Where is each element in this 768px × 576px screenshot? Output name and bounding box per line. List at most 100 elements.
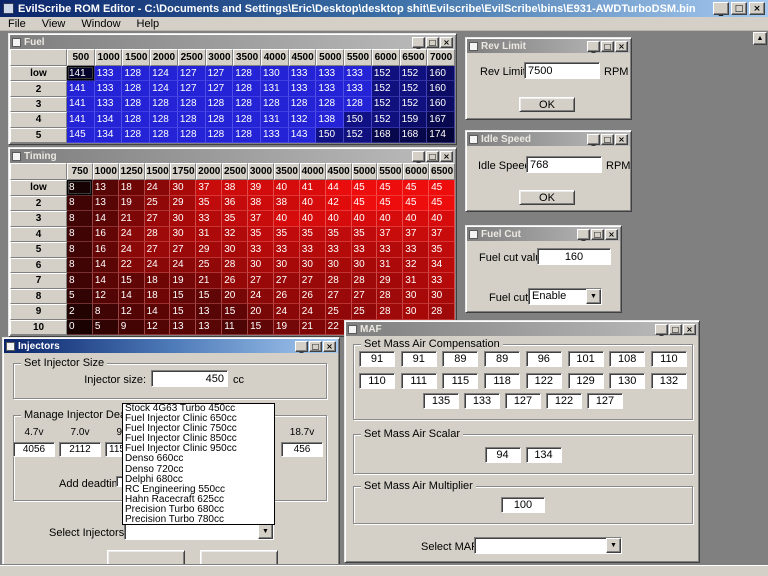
timing-cell[interactable]: 24 xyxy=(119,242,145,258)
timing-cell[interactable]: 40 xyxy=(429,211,455,227)
timing-cell[interactable]: 45 xyxy=(429,196,455,212)
minimize-icon[interactable]: _ xyxy=(295,341,308,352)
timing-cell[interactable]: 8 xyxy=(67,242,93,258)
menu-view[interactable]: View xyxy=(34,18,74,30)
timing-cell[interactable]: 14 xyxy=(93,211,119,227)
minimize-icon[interactable]: _ xyxy=(587,134,600,145)
timing-cell[interactable]: 21 xyxy=(300,320,326,336)
fuel-cell[interactable]: 160 xyxy=(427,97,455,112)
maf-value-field[interactable]: 132 xyxy=(651,373,687,389)
close-icon[interactable]: × xyxy=(683,324,696,335)
maf-value-field[interactable]: 108 xyxy=(609,351,645,367)
timing-cell[interactable]: 27 xyxy=(145,242,171,258)
close-icon[interactable]: × xyxy=(323,341,336,352)
timing-cell[interactable]: 22 xyxy=(119,258,145,274)
timing-cell[interactable]: 24 xyxy=(145,258,171,274)
fuel-cell[interactable]: 134 xyxy=(95,128,123,143)
timing-cell[interactable]: 28 xyxy=(145,227,171,243)
timing-cell[interactable]: 40 xyxy=(326,211,352,227)
timing-cell[interactable]: 25 xyxy=(352,304,378,320)
timing-cell[interactable]: 40 xyxy=(274,211,300,227)
fuel-cell[interactable]: 168 xyxy=(400,128,428,143)
fuel-cut-mode-select[interactable]: Enable ▼ xyxy=(528,288,602,305)
timing-cell[interactable]: 38 xyxy=(248,196,274,212)
timing-cell[interactable]: 30 xyxy=(352,258,378,274)
timing-cell[interactable]: 40 xyxy=(352,211,378,227)
fuel-cell[interactable]: 128 xyxy=(206,112,234,127)
timing-cell[interactable]: 30 xyxy=(274,258,300,274)
maximize-icon[interactable]: □ xyxy=(591,229,604,240)
maf-titlebar[interactable]: MAF _□× xyxy=(346,322,698,336)
timing-cell[interactable]: 27 xyxy=(326,289,352,305)
timing-cell[interactable]: 15 xyxy=(170,304,196,320)
fuel-cell[interactable]: 128 xyxy=(233,97,261,112)
timing-cell[interactable]: 14 xyxy=(93,273,119,289)
timing-cell[interactable]: 30 xyxy=(403,289,429,305)
maximize-icon[interactable]: □ xyxy=(426,151,439,162)
fuel-cell[interactable]: 127 xyxy=(178,66,206,81)
fuel-cell[interactable]: 168 xyxy=(372,128,400,143)
maximize-icon[interactable]: □ xyxy=(426,37,439,48)
fuel-cell[interactable]: 127 xyxy=(178,81,206,96)
menu-help[interactable]: Help xyxy=(129,18,168,30)
timing-cell[interactable]: 45 xyxy=(352,180,378,196)
fuel-cell[interactable]: 124 xyxy=(150,81,178,96)
timing-cell[interactable]: 31 xyxy=(403,273,429,289)
menu-file[interactable]: File xyxy=(0,18,34,30)
maf-multiplier-field[interactable]: 100 xyxy=(501,497,545,513)
idle-speed-titlebar[interactable]: Idle Speed _□× xyxy=(467,132,630,146)
rev-limit-titlebar[interactable]: Rev Limit _□× xyxy=(467,39,630,53)
maf-value-field[interactable]: 135 xyxy=(423,393,459,409)
timing-cell[interactable]: 35 xyxy=(300,227,326,243)
fuel-cell[interactable]: 128 xyxy=(150,97,178,112)
fuel-cell[interactable]: 128 xyxy=(178,112,206,127)
maf-value-field[interactable]: 96 xyxy=(526,351,562,367)
timing-cell[interactable]: 32 xyxy=(403,258,429,274)
timing-cell[interactable]: 16 xyxy=(93,242,119,258)
timing-cell[interactable]: 38 xyxy=(274,196,300,212)
maf-value-field[interactable]: 91 xyxy=(401,351,437,367)
timing-cell[interactable]: 35 xyxy=(248,227,274,243)
timing-cell[interactable]: 30 xyxy=(326,258,352,274)
fuel-cell[interactable]: 141 xyxy=(67,112,95,127)
timing-cell[interactable]: 34 xyxy=(429,258,455,274)
timing-titlebar[interactable]: Timing _□× xyxy=(10,149,455,163)
main-titlebar[interactable]: EvilScribe ROM Editor - C:\Documents and… xyxy=(0,0,768,17)
maf-value-field[interactable]: 115 xyxy=(442,373,478,389)
timing-cell[interactable]: 28 xyxy=(377,289,403,305)
timing-cell[interactable]: 30 xyxy=(300,258,326,274)
fuel-cut-titlebar[interactable]: Fuel Cut _□× xyxy=(467,227,620,241)
fuel-cell[interactable]: 127 xyxy=(206,66,234,81)
rev-limit-input[interactable]: 7500 xyxy=(524,62,600,79)
fuel-cell[interactable]: 133 xyxy=(289,66,317,81)
timing-cell[interactable]: 45 xyxy=(403,180,429,196)
fuel-cell[interactable]: 141 xyxy=(67,81,95,96)
timing-cell[interactable]: 33 xyxy=(326,242,352,258)
timing-cell[interactable]: 30 xyxy=(170,227,196,243)
fuel-cell[interactable]: 152 xyxy=(400,66,428,81)
maf-value-field[interactable]: 134 xyxy=(526,447,562,463)
fuel-cell[interactable]: 128 xyxy=(150,112,178,127)
fuel-cell[interactable]: 128 xyxy=(233,66,261,81)
timing-cell[interactable]: 35 xyxy=(196,196,222,212)
maximize-icon[interactable]: □ xyxy=(601,134,614,145)
timing-cell[interactable]: 27 xyxy=(170,242,196,258)
fuel-cell[interactable]: 128 xyxy=(206,97,234,112)
timing-cell[interactable]: 13 xyxy=(196,320,222,336)
timing-cell[interactable]: 32 xyxy=(222,227,248,243)
fuel-cell[interactable]: 150 xyxy=(344,112,372,127)
timing-cell[interactable]: 8 xyxy=(67,180,93,196)
timing-cell[interactable]: 40 xyxy=(377,211,403,227)
scroll-up-button[interactable]: ▲ xyxy=(753,32,767,45)
close-icon[interactable]: × xyxy=(615,134,628,145)
chevron-down-icon[interactable]: ▼ xyxy=(258,524,273,539)
timing-cell[interactable]: 27 xyxy=(145,211,171,227)
timing-cell[interactable]: 26 xyxy=(222,273,248,289)
timing-cell[interactable]: 16 xyxy=(93,227,119,243)
fuel-cell[interactable]: 128 xyxy=(233,128,261,143)
timing-cell[interactable]: 18 xyxy=(145,289,171,305)
timing-cell[interactable]: 28 xyxy=(352,273,378,289)
timing-cell[interactable]: 45 xyxy=(429,180,455,196)
timing-cell[interactable]: 31 xyxy=(196,227,222,243)
timing-cell[interactable]: 40 xyxy=(300,211,326,227)
